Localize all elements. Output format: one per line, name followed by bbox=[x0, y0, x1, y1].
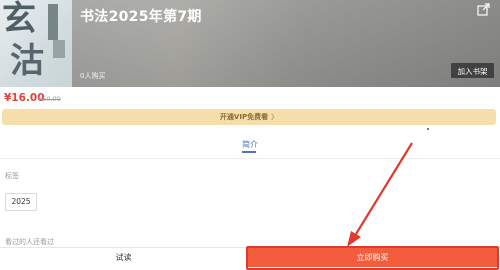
book-title: 书法2025年第7期 bbox=[80, 9, 202, 25]
tags-section-label: 标签 bbox=[5, 172, 19, 180]
tag-chip-2025[interactable]: 2025 bbox=[5, 193, 37, 211]
chevron-right-icon: 〉 bbox=[271, 113, 279, 121]
annotation-dot bbox=[427, 128, 429, 130]
book-cover-image[interactable]: 玄 沽 bbox=[0, 0, 72, 87]
vip-free-read-banner[interactable]: 开通VIP免费看〉 bbox=[2, 109, 496, 125]
cover-seal bbox=[53, 40, 65, 58]
buy-now-button[interactable]: 立即购买 bbox=[248, 248, 497, 267]
cover-title-strip bbox=[48, 4, 58, 40]
cover-char-1: 玄 bbox=[2, 0, 36, 39]
trial-read-button[interactable]: 试读 bbox=[0, 248, 247, 267]
share-external-icon[interactable] bbox=[477, 3, 490, 16]
also-viewed-label: 看过的人还看过 bbox=[5, 238, 54, 246]
tab-intro[interactable]: 简介 bbox=[242, 139, 258, 150]
vip-banner-label: 开通VIP免费看 bbox=[219, 113, 269, 121]
cover-char-2: 沽 bbox=[10, 41, 44, 81]
tab-intro-underline bbox=[242, 151, 256, 153]
product-header bbox=[0, 0, 500, 87]
section-divider bbox=[0, 158, 500, 159]
buyer-count: 0人购买 bbox=[80, 72, 106, 80]
original-price: ¥50.00 bbox=[38, 95, 61, 103]
add-to-shelf-button[interactable]: 加入书架 bbox=[450, 62, 495, 79]
